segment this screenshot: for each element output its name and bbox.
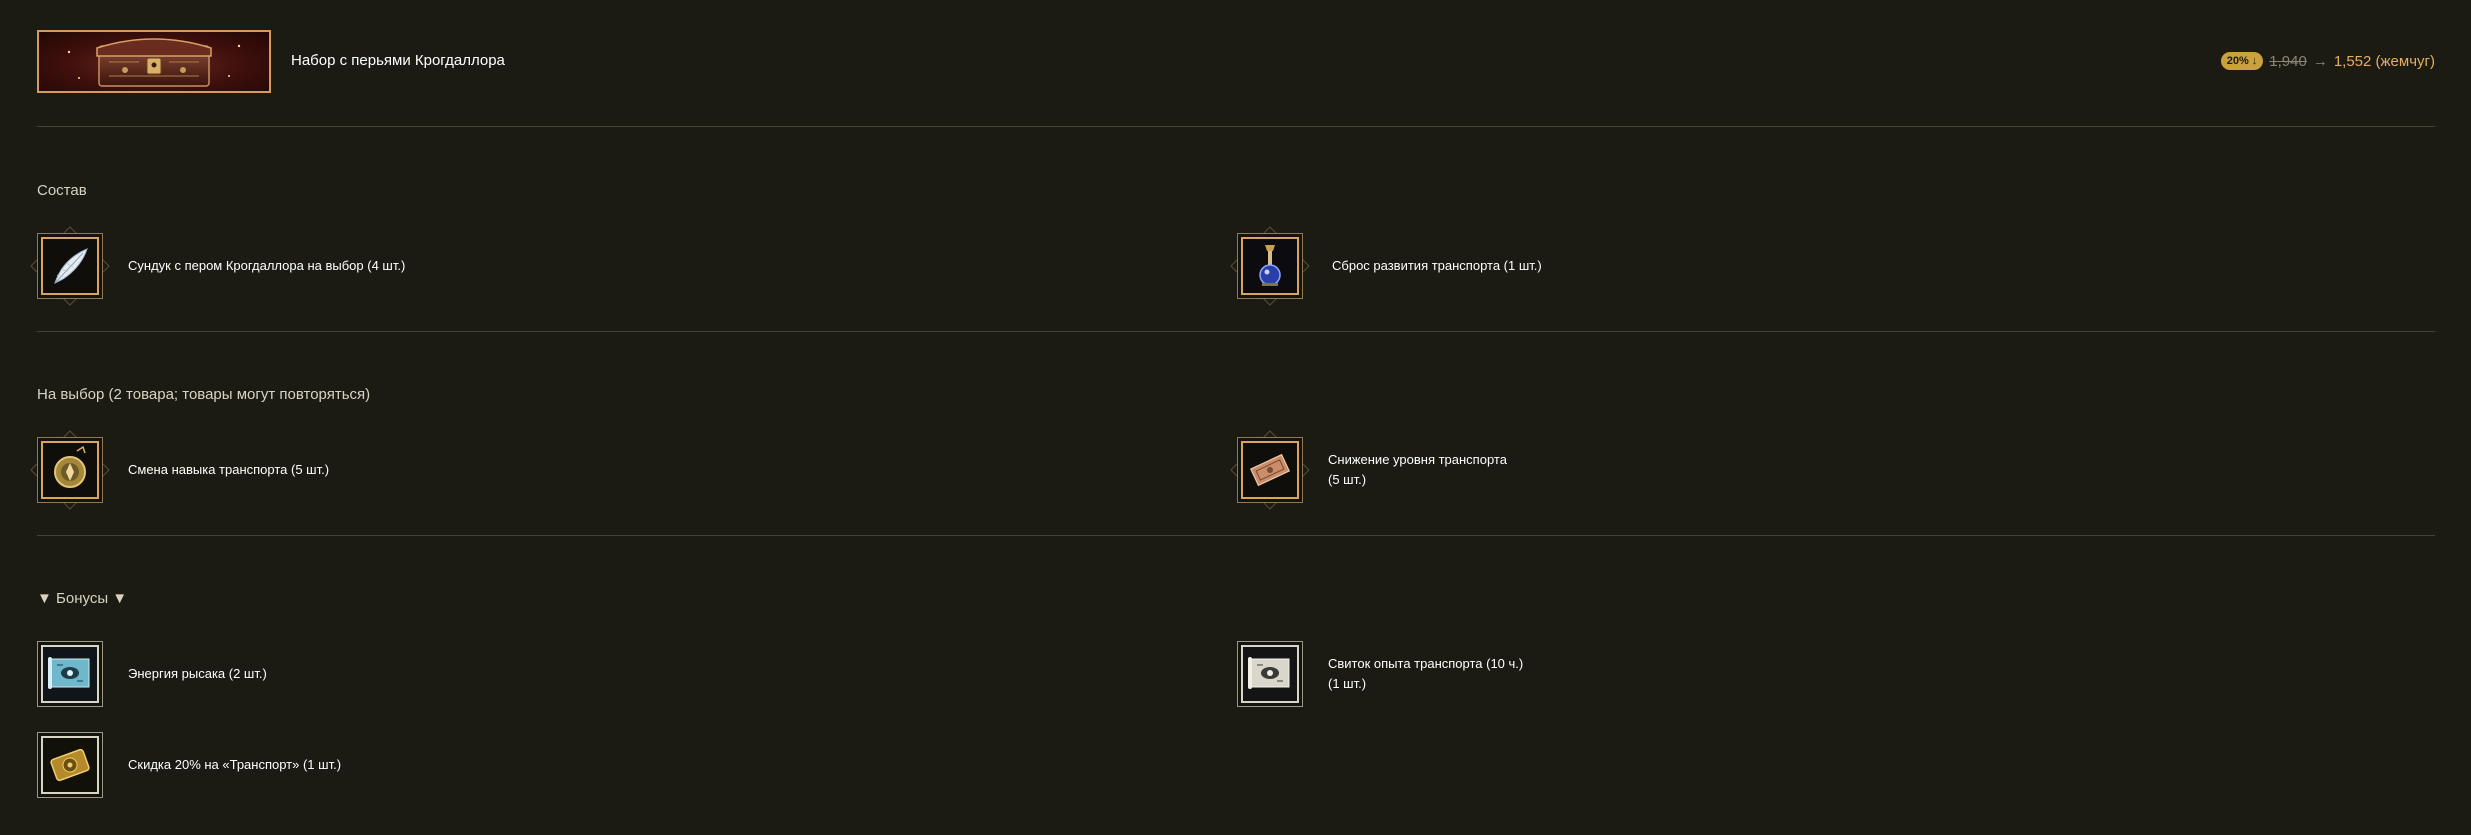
package-item[interactable]: Свиток опыта транспорта (10 ч.) (1 шт.) — [1237, 641, 2337, 707]
ticket-icon — [1243, 443, 1297, 497]
item-label: Энергия рысака (2 шт.) — [128, 666, 267, 681]
divider — [37, 126, 2435, 127]
item-icon-frame[interactable] — [30, 226, 110, 306]
package-item[interactable]: Скидка 20% на «Транспорт» (1 шт.) — [37, 732, 1137, 798]
item-icon-frame[interactable] — [30, 430, 110, 510]
package-header: Набор с перьями Крогдаллора 20% ↓ 1,940 … — [37, 30, 2435, 94]
item-label: Сброс развития транспорта (1 шт.) — [1332, 258, 1542, 273]
item-label: Смена навыка транспорта (5 шт.) — [128, 462, 330, 477]
item-icon-frame[interactable] — [37, 641, 103, 707]
item-icon-frame[interactable] — [1230, 430, 1310, 510]
section-title-bonuses[interactable]: ▼ Бонусы ▼ — [37, 590, 127, 607]
item-label: Скидка 20% на «Транспорт» (1 шт.) — [128, 757, 342, 772]
item-label: Свиток опыта транспорта (10 ч.) (1 шт.) — [1328, 656, 1524, 691]
package-item[interactable]: Смена навыка транспорта (5 шт.) — [30, 430, 1137, 510]
item-label: Снижение уровня транспорта (5 шт.) — [1328, 452, 1507, 487]
package-item[interactable]: Сброс развития транспорта (1 шт.) — [1230, 226, 2337, 306]
package-item[interactable]: Энергия рысака (2 шт.) — [37, 641, 1137, 707]
scroll-icon — [1243, 647, 1297, 701]
item-label: Сундук с пером Крогдаллора на выбор (4 ш… — [128, 258, 406, 273]
new-price: 1,552 (жемчуг) — [2333, 52, 2435, 70]
package-banner-image — [37, 30, 271, 93]
discount-badge: 20% ↓ — [2220, 52, 2264, 70]
package-item[interactable]: Снижение уровня транспорта (5 шт.) — [1230, 430, 2337, 510]
divider — [37, 331, 2435, 332]
item-icon-frame[interactable] — [1230, 226, 1310, 306]
compass-icon — [43, 443, 97, 497]
potion-bottle-icon — [1243, 239, 1297, 293]
section-title-choice: На выбор (2 товара; товары могут повторя… — [37, 386, 371, 403]
item-icon-frame[interactable] — [37, 732, 103, 798]
old-price: 1,940 — [2269, 52, 2307, 70]
chest-icon — [67, 38, 241, 87]
section-title-contents: Состав — [37, 182, 87, 199]
price-block: 20% ↓ 1,940 → 1,552 (жемчуг) — [2220, 52, 2435, 70]
item-icon-frame[interactable] — [1237, 641, 1303, 707]
package-item[interactable]: Сундук с пером Крогдаллора на выбор (4 ш… — [30, 226, 1137, 306]
divider — [37, 535, 2435, 536]
price-arrow-icon: → — [2312, 52, 2328, 70]
package-title: Набор с перьями Крогдаллора — [291, 52, 505, 69]
scroll-icon — [43, 647, 97, 701]
feather-icon — [43, 239, 97, 293]
coupon-icon — [43, 738, 97, 792]
package-detail-panel: Набор с перьями Крогдаллора 20% ↓ 1,940 … — [30, 0, 2435, 835]
